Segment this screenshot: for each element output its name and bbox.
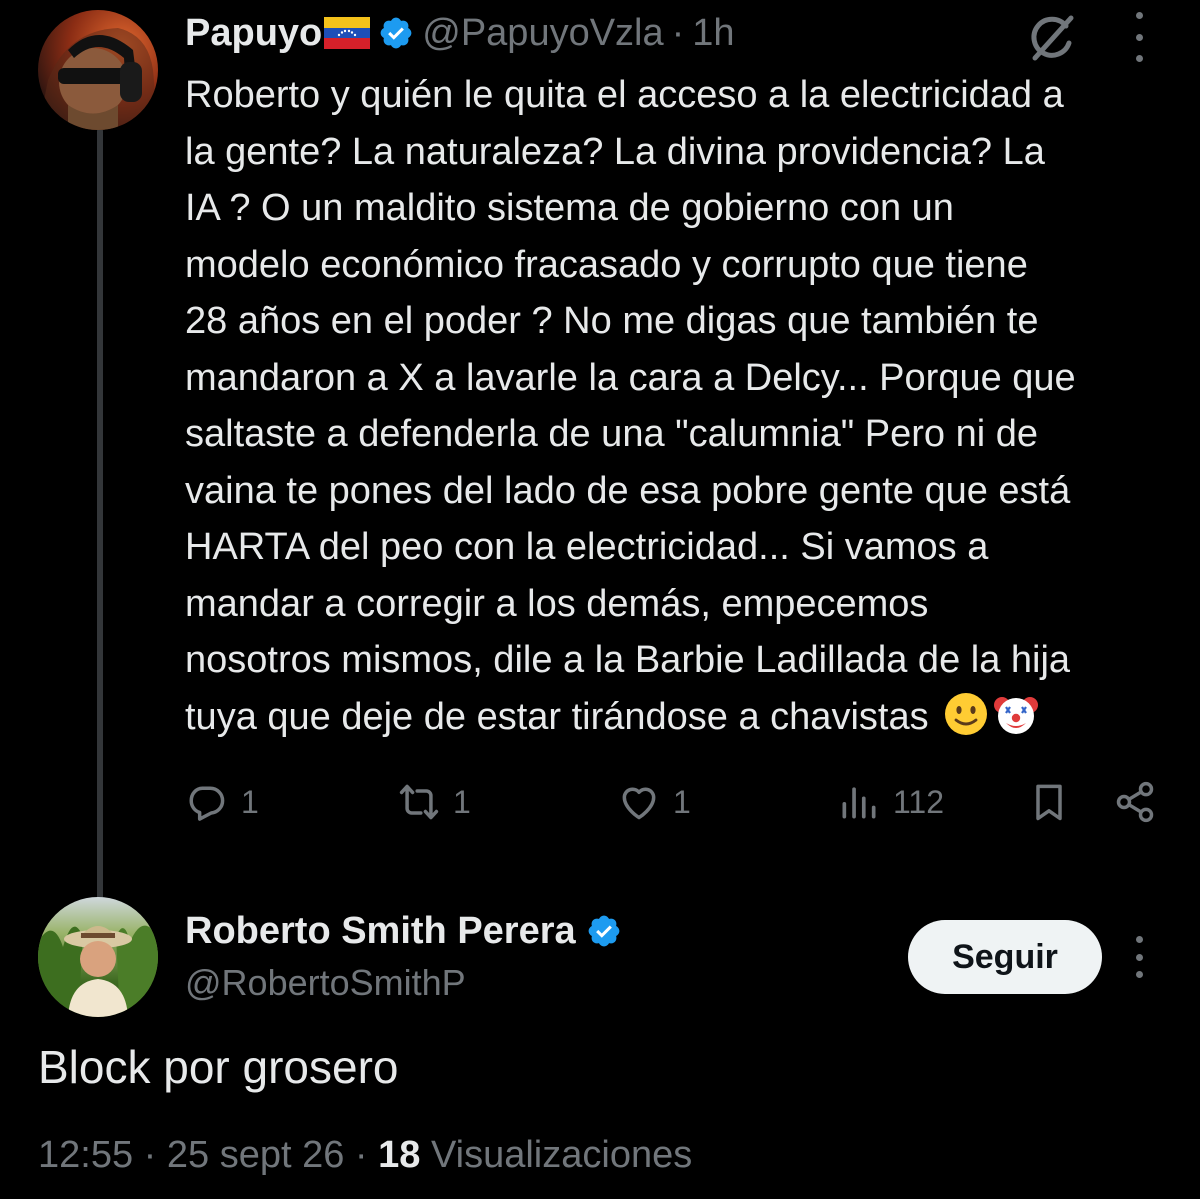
reply-header: Papuyo @PapuyoVzla · 1h: [185, 8, 735, 58]
avatar-image: [38, 28, 158, 130]
reply-count: 1: [241, 783, 259, 820]
text-line: 28 años en el poder ? No me digas que ta…: [185, 300, 1039, 342]
views-count: 112: [893, 783, 945, 820]
repost-icon: [399, 784, 439, 820]
clown-face-icon: [993, 691, 1039, 737]
author-handle[interactable]: @RobertoSmithP: [185, 962, 466, 1004]
avatar[interactable]: [38, 10, 158, 130]
thread-connector-line: [97, 128, 103, 900]
text-line: Roberto y quién le quita el acceso a la …: [185, 74, 1064, 116]
text-line: mandar a corregir a los demás, empecemos: [185, 582, 929, 625]
avatar[interactable]: [38, 897, 158, 1017]
more-options-icon[interactable]: [1124, 936, 1154, 978]
author-name[interactable]: Papuyo: [185, 12, 322, 55]
heart-icon: [622, 787, 656, 820]
text-line: mandaron a X a lavarle la cara a Delcy..…: [185, 356, 1076, 399]
like-count: 1: [673, 783, 691, 820]
author-handle[interactable]: @PapuyoVzla: [422, 12, 663, 55]
slightly-smiling-face-icon: [943, 691, 989, 737]
text-line: HARTA del peo con la electricidad... Si …: [185, 526, 989, 568]
grok-icon[interactable]: [1022, 10, 1080, 68]
bookmark-icon: [1036, 784, 1062, 821]
text-line: vaina te pones del lado de esa pobre gen…: [185, 469, 1071, 512]
verified-badge-icon: [378, 15, 414, 51]
post-text: Block por grosero: [38, 1041, 399, 1093]
bookmark-button[interactable]: [1027, 770, 1071, 834]
author-name[interactable]: Roberto Smith Perera: [185, 910, 576, 953]
author-name-row: Roberto Smith Perera: [185, 904, 630, 958]
text-line: IA ? O un maldito sistema de gobierno co…: [185, 187, 954, 229]
text-line: saltaste a defenderla de una "calumnia" …: [185, 413, 1038, 455]
reply-button[interactable]: 1: [185, 770, 259, 834]
reply-action-bar: 1 1 1 112: [185, 770, 1170, 834]
text-line: nosotros mismos, dile a la Barbie Ladill…: [185, 639, 1071, 681]
post-time[interactable]: 1h: [692, 12, 734, 55]
reply-icon: [189, 786, 225, 821]
views-button[interactable]: 112: [837, 770, 944, 834]
avatar-image: [38, 925, 158, 1017]
repost-count: 1: [453, 783, 471, 820]
separator-dot: ·: [671, 11, 685, 54]
post-date[interactable]: 25 sept 26: [167, 1134, 344, 1176]
text-line: la gente? La naturaleza? La divina provi…: [185, 130, 1045, 173]
views-label: Visualizaciones: [430, 1134, 693, 1176]
separator-dot: ·: [354, 1134, 368, 1176]
more-options-icon[interactable]: [1124, 12, 1154, 62]
separator-dot: ·: [143, 1134, 157, 1176]
views-count: 18: [378, 1134, 421, 1176]
text-line: modelo económico fracasado y corrupto qu…: [185, 243, 1028, 286]
post-metadata: 12:55 · 25 sept 26 · 18 Visualizaciones: [38, 1134, 692, 1177]
share-button[interactable]: [1113, 770, 1157, 834]
like-button[interactable]: 1: [617, 770, 691, 834]
analytics-icon: [842, 787, 876, 819]
repost-button[interactable]: 1: [397, 770, 471, 834]
share-icon: [1116, 781, 1154, 823]
venezuela-flag-icon: [324, 17, 371, 49]
reply-text: Roberto y quién le quita el acceso a la …: [185, 67, 1170, 745]
text-line: tuya que deje de estar tirándose a chavi…: [185, 695, 929, 738]
post-time[interactable]: 12:55: [38, 1134, 133, 1176]
verified-badge-icon: [586, 913, 622, 949]
follow-button[interactable]: Seguir: [908, 920, 1102, 994]
